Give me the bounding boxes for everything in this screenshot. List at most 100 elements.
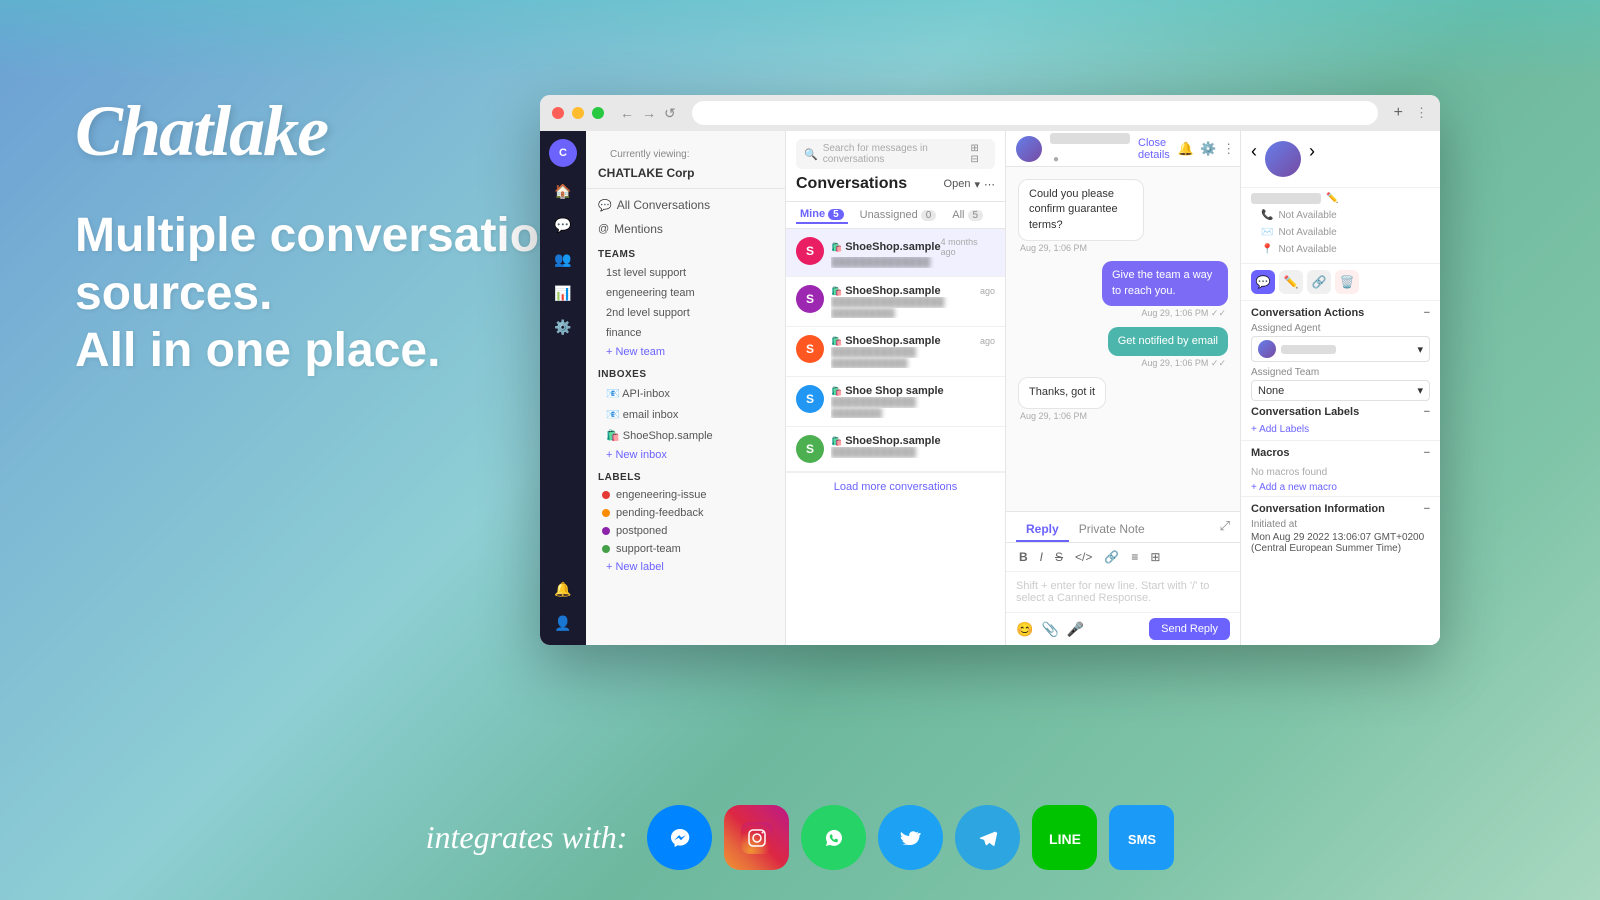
tab-all[interactable]: All 5 bbox=[948, 206, 987, 224]
conv-item-3[interactable]: S 🛍️ ShoeShop.sample ago ████████████ ██… bbox=[786, 327, 1005, 377]
indent-button[interactable]: ⊞ bbox=[1147, 549, 1163, 565]
phone-icon: 📞 bbox=[1261, 210, 1273, 221]
reply-input[interactable]: Shift + enter for new line. Start with '… bbox=[1006, 572, 1240, 612]
mute-icon[interactable]: 🔔 bbox=[1178, 141, 1194, 157]
audio-button[interactable]: 🎤 bbox=[1067, 621, 1084, 638]
conv-item-4[interactable]: S 🛍️ Shoe Shop sample ████████████ █████… bbox=[786, 377, 1005, 427]
inbox-shoeshop[interactable]: 🛍️ ShoeShop.sample bbox=[586, 425, 785, 446]
msg-time-4: Aug 29, 1:06 PM bbox=[1018, 411, 1089, 421]
line-icon[interactable]: LINE bbox=[1032, 805, 1097, 870]
search-filter-icons: ⊞ ⊟ bbox=[971, 143, 987, 165]
rp-prev-button[interactable]: ‹ bbox=[1251, 141, 1257, 162]
nav-mentions[interactable]: @ Mentions bbox=[586, 217, 785, 241]
tab-unassigned[interactable]: Unassigned 0 bbox=[856, 206, 941, 224]
sidebar-avatar[interactable]: C bbox=[549, 139, 577, 167]
close-dot[interactable] bbox=[552, 107, 564, 119]
close-details-btn[interactable]: Close details bbox=[1138, 137, 1170, 161]
conv-item-1[interactable]: S 🛍️ ShoeShop.sample 4 months ago ██████… bbox=[786, 229, 1005, 277]
assigned-agent-select[interactable]: ▾ bbox=[1251, 336, 1430, 362]
assigned-team-select[interactable]: None ▾ bbox=[1251, 380, 1430, 401]
sidebar-conversation-icon[interactable]: 💬 bbox=[549, 211, 577, 239]
more-icon[interactable]: ⋮ bbox=[1222, 141, 1235, 157]
add-macro-btn[interactable]: + Add a new macro bbox=[1251, 482, 1430, 493]
new-tab-button[interactable]: + bbox=[1394, 104, 1403, 122]
sidebar-settings-icon[interactable]: ⚙️ bbox=[549, 313, 577, 341]
tab-mine[interactable]: Mine 5 bbox=[796, 206, 848, 224]
back-button[interactable]: ← bbox=[620, 105, 634, 121]
conv-item-2[interactable]: S 🛍️ ShoeShop.sample ago ███████████████… bbox=[786, 277, 1005, 327]
viewing-label: Currently viewing: bbox=[598, 143, 773, 166]
inbox-api[interactable]: 📧 API-inbox bbox=[586, 383, 785, 404]
minimize-dot[interactable] bbox=[572, 107, 584, 119]
rp-action-delete[interactable]: 🗑️ bbox=[1335, 270, 1359, 294]
load-more-btn[interactable]: Load more conversations bbox=[786, 472, 1005, 501]
private-note-tab[interactable]: Private Note bbox=[1069, 518, 1155, 542]
sidebar-reports-icon[interactable]: 📊 bbox=[549, 279, 577, 307]
merge-icon[interactable]: ⚙️ bbox=[1200, 141, 1216, 157]
conv-info-2: 🛍️ ShoeShop.sample ago ████████████████ … bbox=[831, 285, 995, 318]
conv-labels-collapse[interactable]: − bbox=[1424, 406, 1430, 418]
email-not-available: Not Available bbox=[1278, 227, 1336, 238]
bold-button[interactable]: B bbox=[1016, 549, 1031, 565]
sidebar-home-icon[interactable]: 🏠 bbox=[549, 177, 577, 205]
add-labels-btn[interactable]: + Add Labels bbox=[1251, 422, 1430, 437]
team-1st-level[interactable]: 1st level support bbox=[586, 263, 785, 283]
conv-filter[interactable]: Open ▾ ⋯ bbox=[944, 178, 995, 191]
nav-all-conversations[interactable]: 💬 All Conversations bbox=[586, 193, 785, 217]
sidebar-contacts-icon[interactable]: 👥 bbox=[549, 245, 577, 273]
msg-time-3: Aug 29, 1:06 PM ✓✓ bbox=[1139, 358, 1228, 369]
maximize-dot[interactable] bbox=[592, 107, 604, 119]
macros-collapse[interactable]: − bbox=[1424, 447, 1430, 459]
browser-menu[interactable]: ⋮ bbox=[1415, 105, 1428, 121]
send-reply-button[interactable]: Send Reply bbox=[1149, 618, 1230, 640]
sms-icon[interactable]: SMS bbox=[1109, 805, 1174, 870]
telegram-icon[interactable] bbox=[955, 805, 1020, 870]
team-finance[interactable]: finance bbox=[586, 323, 785, 343]
italic-button[interactable]: I bbox=[1037, 549, 1046, 565]
rp-action-chat[interactable]: 💬 bbox=[1251, 270, 1275, 294]
conv-avatar-5: S bbox=[796, 435, 824, 463]
sidebar-user-icon[interactable]: 👤 bbox=[549, 609, 577, 637]
rp-action-link[interactable]: 🔗 bbox=[1307, 270, 1331, 294]
emoji-button[interactable]: 😊 bbox=[1016, 621, 1033, 638]
conv-item-5[interactable]: S 🛍️ ShoeShop.sample ████████████ bbox=[786, 427, 1005, 472]
messages-area: Could you please confirm guarantee terms… bbox=[1006, 167, 1240, 511]
label-engineering-issue[interactable]: engeneering-issue bbox=[586, 486, 785, 504]
address-bar[interactable] bbox=[692, 101, 1378, 125]
api-inbox-icon: 📧 bbox=[606, 388, 622, 400]
rp-next-button[interactable]: › bbox=[1309, 141, 1315, 162]
list-button[interactable]: ≡ bbox=[1128, 549, 1141, 565]
twitter-icon[interactable] bbox=[878, 805, 943, 870]
forward-button[interactable]: → bbox=[642, 105, 656, 121]
team-2nd-level[interactable]: 2nd level support bbox=[586, 303, 785, 323]
conv-search-bar[interactable]: 🔍 Search for messages in conversations ⊞… bbox=[796, 139, 995, 169]
conv-info-collapse[interactable]: − bbox=[1424, 503, 1430, 515]
conv-time-1: 4 months ago bbox=[941, 237, 995, 257]
attach-button[interactable]: 📎 bbox=[1041, 621, 1058, 638]
rp-edit-icon[interactable]: ✏️ bbox=[1326, 193, 1338, 204]
inbox-email[interactable]: 📧 email inbox bbox=[586, 404, 785, 425]
messenger-icon[interactable] bbox=[647, 805, 712, 870]
new-team-btn[interactable]: + New team bbox=[586, 343, 785, 361]
msg-bubble-4: Thanks, got it bbox=[1018, 377, 1106, 408]
label-pending-feedback[interactable]: pending-feedback bbox=[586, 504, 785, 522]
code-button[interactable]: </> bbox=[1072, 549, 1095, 565]
sidebar-notification-icon[interactable]: 🔔 bbox=[549, 575, 577, 603]
sidebar-bottom: 🔔 👤 bbox=[549, 575, 577, 637]
rp-action-edit[interactable]: ✏️ bbox=[1279, 270, 1303, 294]
team-engineering[interactable]: engeneering team bbox=[586, 283, 785, 303]
new-label-btn[interactable]: + New label bbox=[586, 558, 785, 576]
assigned-team-field: Assigned Team None ▾ bbox=[1251, 367, 1430, 401]
whatsapp-icon[interactable] bbox=[801, 805, 866, 870]
refresh-button[interactable]: ↺ bbox=[664, 105, 676, 122]
conv-actions-collapse[interactable]: − bbox=[1424, 307, 1430, 319]
link-button[interactable]: 🔗 bbox=[1101, 549, 1122, 565]
reply-tab[interactable]: Reply bbox=[1016, 518, 1069, 542]
agent-avatar bbox=[1258, 340, 1276, 358]
new-inbox-btn[interactable]: + New inbox bbox=[586, 446, 785, 464]
instagram-icon[interactable] bbox=[724, 805, 789, 870]
strikethrough-button[interactable]: S bbox=[1052, 549, 1066, 565]
reply-expand-icon[interactable]: ⤢ bbox=[1220, 518, 1230, 542]
label-postponed[interactable]: postponed bbox=[586, 522, 785, 540]
label-support-team[interactable]: support-team bbox=[586, 540, 785, 558]
